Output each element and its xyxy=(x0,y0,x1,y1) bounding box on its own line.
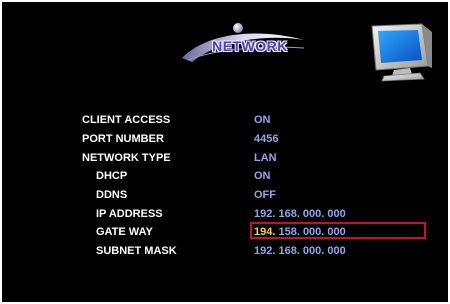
dhcp-value[interactable]: ON xyxy=(254,168,271,184)
network-settings-screen: NETWORK CLIENT ACCESS PORT NUMBER NETWOR… xyxy=(2,2,448,302)
gateway-label: GATE WAY xyxy=(96,226,153,238)
dhcp-label: DHCP xyxy=(96,170,128,182)
port-number-value[interactable]: 4456 xyxy=(254,131,278,147)
ddns-value[interactable]: OFF xyxy=(254,187,276,203)
gateway-value-rest: 158. 000. 000 xyxy=(275,226,346,238)
ip-address-value[interactable]: 192. 168. 000. 000 xyxy=(254,206,346,222)
ddns-label: DDNS xyxy=(96,189,128,201)
page-title: NETWORK xyxy=(212,38,288,54)
port-number-label: PORT NUMBER xyxy=(82,133,164,145)
client-access-label: CLIENT ACCESS xyxy=(82,114,171,126)
network-type-label: NETWORK TYPE xyxy=(82,152,171,164)
ip-address-label: IP ADDRESS xyxy=(96,208,163,220)
client-access-value[interactable]: ON xyxy=(254,112,271,128)
network-type-value[interactable]: LAN xyxy=(254,150,277,166)
gateway-value-active-octet[interactable]: 194. xyxy=(254,226,275,238)
subnet-mask-label: SUBNET MASK xyxy=(96,245,177,257)
monitor-icon xyxy=(371,23,432,82)
gateway-value[interactable]: 194. 158. 000. 000 xyxy=(254,224,346,240)
subnet-mask-value[interactable]: 192. 168. 000. 000 xyxy=(254,243,346,259)
